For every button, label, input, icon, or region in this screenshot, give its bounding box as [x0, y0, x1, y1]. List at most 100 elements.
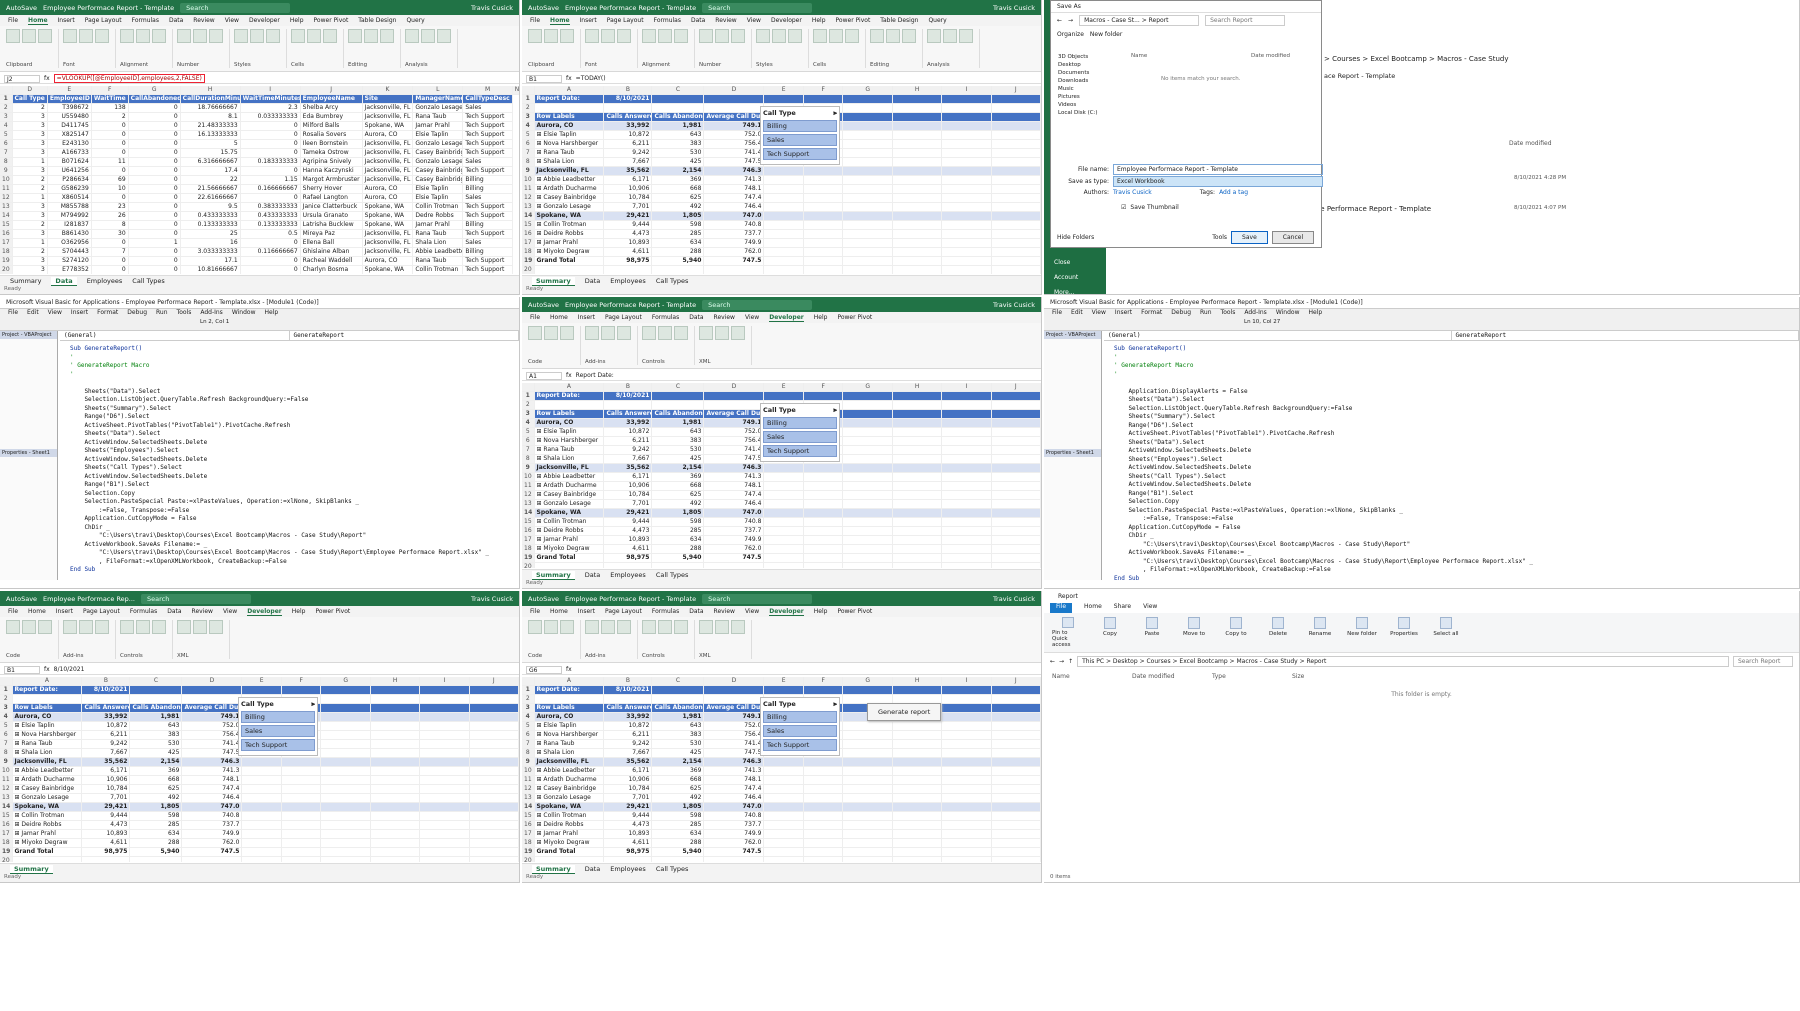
code-line[interactable]: ActiveWindow.SelectedSheets.Delete: [70, 456, 207, 463]
pivot-cell[interactable]: 6,171: [603, 472, 653, 482]
ribbon-button-icon[interactable]: [152, 620, 166, 634]
pivot-cell[interactable]: [991, 562, 1041, 568]
pivot-cell[interactable]: Spokane, WA: [534, 211, 605, 221]
column-header[interactable]: E: [241, 677, 282, 686]
pivot-cell[interactable]: [892, 472, 943, 482]
table-cell[interactable]: 23: [91, 202, 129, 212]
pivot-cell[interactable]: Average Call Duration: [703, 703, 765, 713]
row-number[interactable]: 1: [0, 94, 13, 104]
row-number[interactable]: 4: [0, 712, 13, 722]
ribbon-button-icon[interactable]: [674, 620, 688, 634]
pivot-cell[interactable]: [892, 811, 943, 821]
column-header[interactable]: I: [419, 677, 470, 686]
pivot-cell[interactable]: 747.4: [703, 193, 765, 203]
pivot-cell[interactable]: 6,211: [603, 139, 653, 149]
autosave-label[interactable]: AutoSave: [6, 4, 37, 12]
pivot-cell[interactable]: 746.3: [181, 757, 243, 767]
pivot-cell[interactable]: Jacksonville, FL: [534, 757, 605, 767]
pivot-cell[interactable]: [469, 847, 519, 857]
pivot-cell[interactable]: [803, 544, 844, 554]
explorer-search[interactable]: Search Report: [1733, 655, 1793, 667]
column-header[interactable]: N: [512, 86, 519, 95]
pivot-cell[interactable]: 285: [651, 526, 705, 536]
pivot-cell[interactable]: 33,992: [603, 712, 653, 722]
pivot-cell[interactable]: [763, 553, 804, 563]
table-cell[interactable]: Rafael Langton: [300, 193, 363, 203]
pivot-cell[interactable]: 10,906: [603, 775, 653, 785]
pivot-cell[interactable]: [842, 775, 893, 785]
table-cell[interactable]: 0: [240, 148, 301, 158]
pivot-cell[interactable]: 2,154: [651, 166, 705, 176]
row-number[interactable]: 16: [522, 229, 535, 239]
table-cell[interactable]: Gonzalo Lesage: [412, 103, 464, 113]
pivot-cell[interactable]: [892, 418, 943, 428]
pivot-cell[interactable]: [941, 793, 992, 803]
call-type-slicer[interactable]: Call Type ⫸ Billing Sales Tech Support: [760, 403, 840, 462]
pivot-cell[interactable]: [803, 499, 844, 509]
table-cell[interactable]: Tech Support: [462, 211, 513, 221]
table-cell[interactable]: Sales: [462, 103, 513, 113]
file-name-input[interactable]: Employee Performace Report - Template: [1113, 164, 1323, 175]
pivot-cell[interactable]: [370, 784, 421, 794]
ribbon-tab-insert[interactable]: Insert: [580, 17, 597, 24]
pivot-cell[interactable]: Jacksonville, FL: [534, 166, 605, 176]
pivot-cell[interactable]: [651, 685, 705, 695]
pivot-cell[interactable]: 634: [651, 238, 705, 248]
slicer-item[interactable]: Sales: [763, 431, 837, 443]
pivot-cell[interactable]: ⊞ Nova Harshberger: [534, 730, 605, 740]
pivot-cell[interactable]: 8/10/2021: [603, 391, 653, 401]
pivot-cell[interactable]: 6,211: [603, 436, 653, 446]
pivot-cell[interactable]: [842, 544, 893, 554]
pivot-cell[interactable]: Average Call Duration: [181, 703, 243, 713]
column-header[interactable]: H: [892, 677, 943, 686]
row-number[interactable]: 7: [522, 445, 535, 455]
ribbon-tab-developer[interactable]: Developer: [247, 608, 282, 616]
pivot-cell[interactable]: [534, 265, 605, 274]
pivot-cell[interactable]: 752.0: [703, 427, 765, 437]
ribbon-tab-power-pivot[interactable]: Power Pivot: [837, 314, 872, 321]
pivot-cell[interactable]: 4,473: [81, 820, 131, 830]
column-header[interactable]: C: [129, 677, 183, 686]
pivot-cell[interactable]: [241, 685, 282, 695]
pivot-cell[interactable]: [651, 265, 705, 274]
pivot-cell[interactable]: [469, 703, 519, 713]
pivot-cell[interactable]: 752.0: [703, 721, 765, 731]
row-number[interactable]: 3: [0, 703, 13, 713]
column-header[interactable]: D: [703, 677, 765, 686]
table-cell[interactable]: 2: [12, 184, 48, 194]
row-number[interactable]: 11: [522, 184, 535, 194]
pivot-cell[interactable]: 598: [651, 220, 705, 230]
ribbon-tab-power-pivot[interactable]: Power Pivot: [314, 17, 349, 24]
code-line[interactable]: ActiveWindow.SelectedSheets.Delete: [1114, 481, 1251, 488]
row-number[interactable]: 19: [0, 256, 13, 266]
ribbon-button-icon[interactable]: [209, 29, 223, 43]
pivot-cell[interactable]: [320, 694, 371, 704]
sheet-tab-call-types[interactable]: Call Types: [656, 571, 689, 579]
pivot-cell[interactable]: [320, 712, 371, 722]
ribbon-button-icon[interactable]: [902, 29, 916, 43]
ribbon-tab-help[interactable]: Help: [814, 608, 828, 615]
pivot-cell[interactable]: [81, 694, 131, 704]
pivot-cell[interactable]: [419, 703, 470, 713]
pivot-cell[interactable]: [892, 508, 943, 518]
pivot-cell[interactable]: [892, 202, 943, 212]
column-header[interactable]: B: [603, 677, 653, 686]
pivot-cell[interactable]: 668: [651, 184, 705, 194]
pivot-cell[interactable]: [419, 694, 470, 704]
ribbon-tab-power-pivot[interactable]: Power Pivot: [837, 608, 872, 615]
table-cell[interactable]: Jacksonville, FL: [362, 238, 414, 248]
pivot-cell[interactable]: [320, 802, 371, 812]
pivot-cell[interactable]: 634: [651, 535, 705, 545]
table-cell[interactable]: 0: [91, 166, 129, 176]
table-cell[interactable]: O362956: [47, 238, 92, 248]
pivot-cell[interactable]: 668: [651, 775, 705, 785]
row-number[interactable]: 18: [0, 838, 13, 848]
pivot-cell[interactable]: [991, 526, 1041, 536]
pivot-cell[interactable]: [892, 553, 943, 563]
pivot-cell[interactable]: [763, 256, 804, 266]
vba-menu-help[interactable]: Help: [264, 309, 278, 319]
object-dropdown[interactable]: (General): [60, 331, 290, 340]
pivot-cell[interactable]: [842, 427, 893, 437]
row-number[interactable]: 6: [522, 730, 535, 740]
ribbon-button-icon[interactable]: [756, 29, 770, 43]
